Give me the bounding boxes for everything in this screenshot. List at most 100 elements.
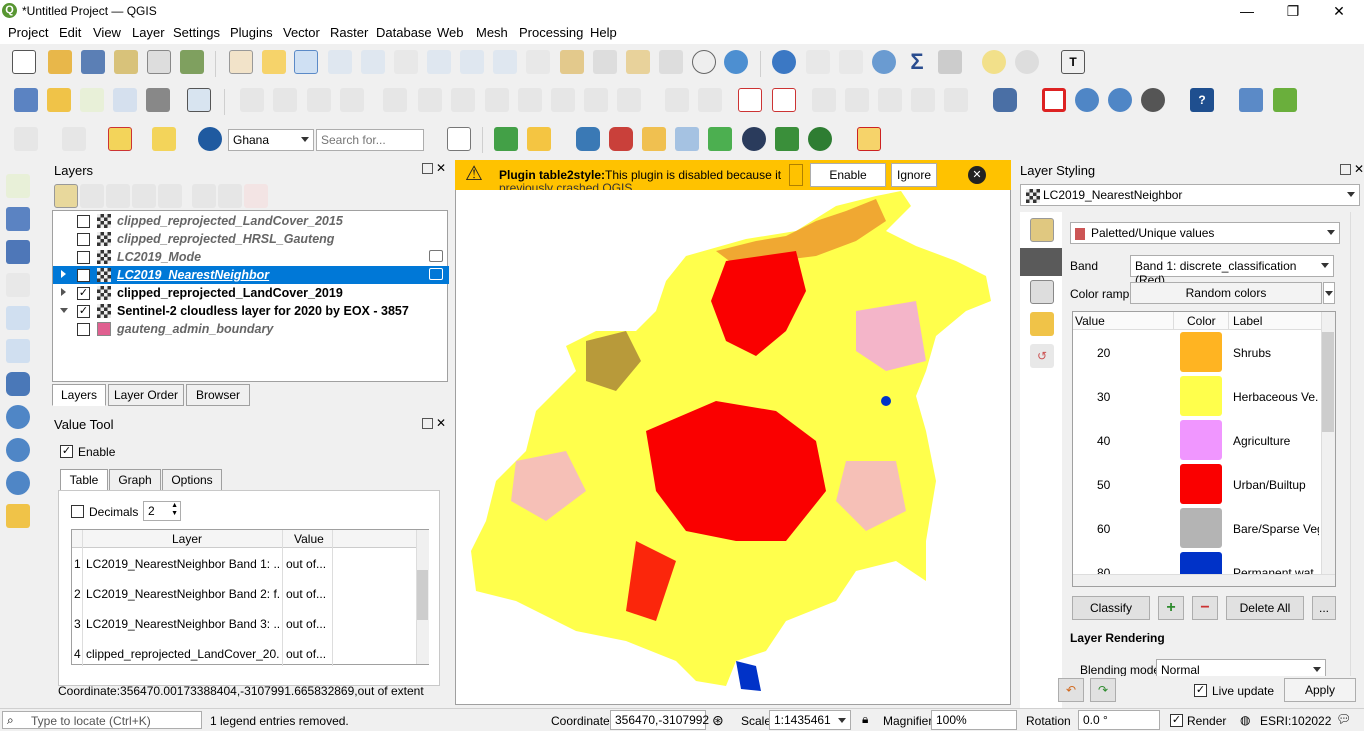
add-virtual-layer-icon[interactable]: [6, 504, 30, 528]
plugin-ruler-icon[interactable]: [527, 127, 551, 151]
new-spatialite-layer-icon[interactable]: [113, 88, 137, 112]
more-options-button[interactable]: ...: [1312, 596, 1336, 620]
menu-mesh[interactable]: Mesh: [476, 25, 508, 40]
float-panel-icon[interactable]: [422, 163, 433, 174]
live-update-checkbox[interactable]: ✓: [1194, 684, 1207, 697]
class-table-hscrollbar[interactable]: [1073, 574, 1335, 586]
label-highlight-icon[interactable]: [772, 88, 796, 112]
layer-item-sentinel2[interactable]: ✓ Sentinel-2 cloudless layer for 2020 by…: [53, 302, 449, 320]
undo-style-icon[interactable]: ↶: [1058, 678, 1084, 702]
layer-select[interactable]: LC2019_NearestNeighbor: [1020, 184, 1360, 206]
spatial-bookmark-icon[interactable]: [626, 50, 650, 74]
blending-select[interactable]: Normal: [1156, 659, 1326, 676]
save-project-icon[interactable]: [81, 50, 105, 74]
open-project-icon[interactable]: [48, 50, 72, 74]
delete-selected-icon[interactable]: [451, 88, 475, 112]
pan-icon[interactable]: [229, 50, 253, 74]
delete-all-button[interactable]: Delete All: [1226, 596, 1304, 620]
column-header-layer[interactable]: Layer: [172, 532, 202, 546]
layout-manager-icon[interactable]: [147, 50, 171, 74]
menu-plugins[interactable]: Plugins: [230, 25, 273, 40]
render-checkbox[interactable]: ✓: [1170, 714, 1183, 727]
open-layer-styling-icon[interactable]: [54, 184, 78, 208]
tab-browser[interactable]: Browser: [186, 384, 250, 406]
histogram-tab-icon[interactable]: [1030, 280, 1054, 304]
messages-icon[interactable]: 💬︎: [1336, 712, 1351, 726]
layer-visibility-checkbox[interactable]: [77, 233, 90, 246]
table-cell-layer[interactable]: clipped_reprojected_LandCover_20...: [86, 647, 280, 661]
class-value[interactable]: 20: [1097, 346, 1110, 360]
add-class-icon[interactable]: +: [1158, 596, 1184, 620]
layer-item-lc2019-mode[interactable]: LC2019_Mode: [53, 248, 449, 266]
plugin-globe-icon[interactable]: [742, 127, 766, 151]
table-cell-layer[interactable]: LC2019_NearestNeighbor Band 3: ...: [86, 617, 280, 631]
close-panel-icon[interactable]: ✕: [1354, 162, 1364, 176]
remove-class-icon[interactable]: −: [1192, 596, 1218, 620]
menu-help[interactable]: Help: [590, 25, 617, 40]
zoom-native-icon[interactable]: [460, 50, 484, 74]
class-label[interactable]: Urban/Builtup: [1233, 478, 1319, 492]
close-button[interactable]: ✕: [1324, 2, 1354, 20]
plugin-butterfly-icon[interactable]: [775, 127, 799, 151]
zoom-to-selection-icon[interactable]: [394, 50, 418, 74]
crs-label[interactable]: ESRI:102022: [1260, 714, 1331, 728]
redo-style-icon[interactable]: ↷: [1090, 678, 1116, 702]
menu-web[interactable]: Web: [437, 25, 464, 40]
label-change-icon[interactable]: [911, 88, 935, 112]
class-color-swatch[interactable]: [1180, 508, 1222, 548]
label-layer-icon[interactable]: [698, 88, 722, 112]
plugin-search-icon[interactable]: [494, 127, 518, 151]
new-project-icon[interactable]: [12, 50, 36, 74]
label-properties-icon[interactable]: [944, 88, 968, 112]
close-message-icon[interactable]: ✕: [968, 166, 986, 184]
table-cell-value[interactable]: out of...: [286, 617, 326, 631]
table-cell-layer[interactable]: LC2019_NearestNeighbor Band 1: ...: [86, 557, 280, 571]
class-value[interactable]: 40: [1097, 434, 1110, 448]
processing-toolbox-icon[interactable]: [872, 50, 896, 74]
plugin-flask-icon[interactable]: [609, 127, 633, 151]
tab-layers[interactable]: Layers: [52, 384, 106, 406]
table-cell-value[interactable]: out of...: [286, 587, 326, 601]
add-delimited-text-icon[interactable]: [6, 273, 30, 297]
locator-box[interactable]: ⌕ Type to locate (Ctrl+K): [2, 711, 202, 729]
table-cell-value[interactable]: out of...: [286, 647, 326, 661]
class-color-swatch[interactable]: [1180, 332, 1222, 372]
menu-edit[interactable]: Edit: [59, 25, 81, 40]
layer-item-gauteng-boundary[interactable]: gauteng_admin_boundary: [53, 320, 449, 338]
data-source-manager-icon[interactable]: [14, 88, 38, 112]
menu-processing[interactable]: Processing: [519, 25, 583, 40]
menu-project[interactable]: Project: [8, 25, 48, 40]
transparency-tab-icon[interactable]: [1020, 248, 1062, 276]
new-shapefile-layer-icon[interactable]: [80, 88, 104, 112]
tab-options[interactable]: Options: [162, 469, 222, 491]
expand-all-icon[interactable]: [192, 184, 216, 208]
plugin-folder-icon[interactable]: [642, 127, 666, 151]
layer-visibility-checkbox[interactable]: [77, 215, 90, 228]
menu-vector[interactable]: Vector: [283, 25, 320, 40]
select-by-value-icon[interactable]: [62, 127, 86, 151]
crs-globe-icon[interactable]: ◍: [1240, 713, 1250, 727]
lock-scale-icon[interactable]: 🔒︎: [862, 712, 868, 727]
spin-arrows-icon[interactable]: ▲ ▼: [171, 502, 178, 518]
label-move-icon[interactable]: [845, 88, 869, 112]
close-panel-icon[interactable]: ✕: [436, 161, 446, 175]
save-edits-icon[interactable]: [307, 88, 331, 112]
symbology-tab-icon[interactable]: [1030, 218, 1054, 242]
close-panel-icon[interactable]: ✕: [436, 416, 446, 430]
manage-map-themes-icon[interactable]: [106, 184, 130, 208]
modify-attributes-icon[interactable]: [418, 88, 442, 112]
text-annotation-icon[interactable]: T: [1061, 50, 1085, 74]
table-cell-layer[interactable]: LC2019_NearestNeighbor Band 2: f...: [86, 587, 280, 601]
select-by-location-icon[interactable]: [1015, 50, 1039, 74]
minimize-button[interactable]: —: [1232, 2, 1262, 20]
bookmarks-icon[interactable]: [659, 50, 683, 74]
magnifier-spinbox[interactable]: 100%: [931, 710, 1017, 730]
float-panel-icon[interactable]: [422, 418, 433, 429]
add-mesh-layer-icon[interactable]: [6, 240, 30, 264]
topology-checker-icon[interactable]: [1042, 88, 1066, 112]
scrollbar-thumb[interactable]: [1322, 332, 1334, 432]
paste-features-icon[interactable]: [551, 88, 575, 112]
styling-scrollbar[interactable]: [1350, 212, 1364, 676]
message-scroll-icon[interactable]: [789, 164, 803, 186]
reload-plugin-icon[interactable]: [1273, 88, 1297, 112]
